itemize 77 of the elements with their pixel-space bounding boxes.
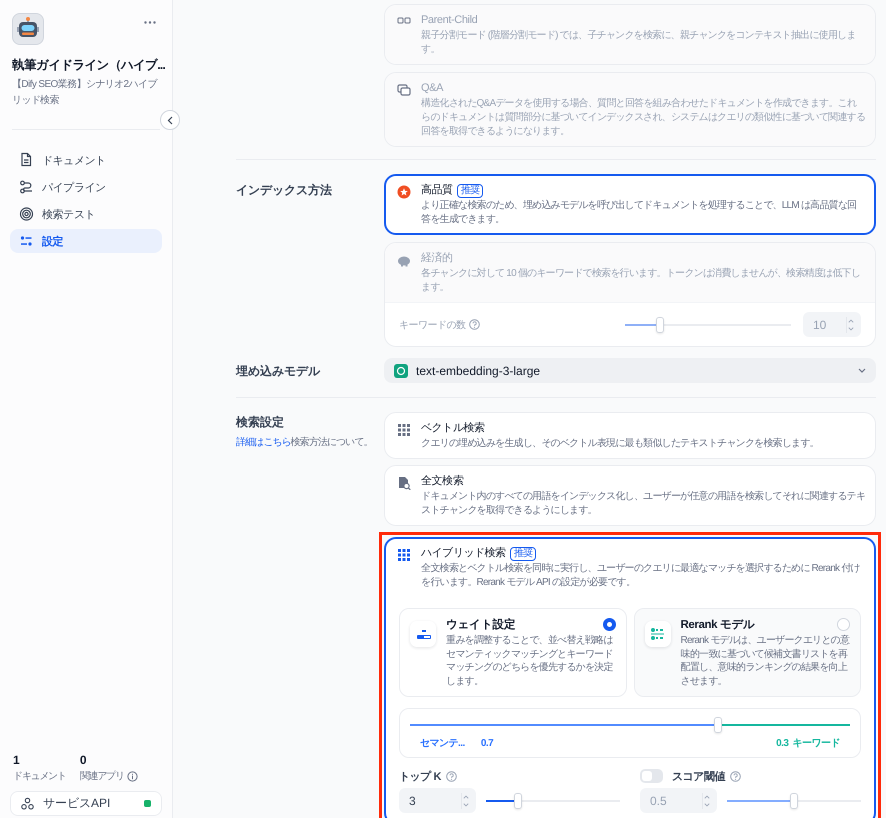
option-title: 全文検索 [421, 474, 464, 489]
grid-icon [397, 423, 411, 437]
nav-item[interactable]: 設定 [10, 229, 162, 253]
keyword-weight: 0.3 [776, 737, 788, 751]
stat-value: 0 [80, 753, 88, 767]
document-search-icon [397, 476, 411, 490]
option-description: 各チャンクに対して 10 個のキーワードで検索を行います。トークンは消費しませんが、検索精度は低下します。 [421, 267, 862, 295]
section-label: 検索設定 [236, 414, 285, 431]
details-link[interactable]: 詳細はこちら [236, 437, 291, 448]
semantic-weight: 0.7 [480, 737, 494, 751]
section-label: 埋め込みモデル [236, 363, 322, 380]
stat-value: 1 [13, 753, 21, 767]
help-icon [468, 319, 480, 330]
mode-description: Rerank モデルは、ユーザークエリとの意味的一致に基づいて候補文書リストを再配置し、意味的ランキングの結果を向上させます。 [680, 634, 850, 688]
mode-card[interactable]: Rerank モデル Rerank モデルは、ユーザークエリとの意味的一致に基づいて候補文書リストを再配置し、意味的ランキングの結果を向上させます。 [634, 608, 861, 697]
option-description: クエリの埋め込みを生成し、そのベクトル表現に最も類似したテキストチャンクを検索します。 [421, 437, 819, 451]
option-title: Q&A [421, 81, 444, 96]
option-description: より正確な検索のため、埋め込みモデルを呼び出してドキュメントを処理することで、LLM は高品質な回答を生成できます。 [421, 199, 858, 227]
toggle-switch[interactable] [640, 769, 663, 783]
nav-item[interactable]: 検索テスト [10, 202, 162, 226]
option-description: 構造化されたQ&Aデータを使用する場合、質問と回答を組み合わせたドキュメントを作成できます。これらのドキュメントは質問部分に基づいてインデックスされ、システムはクエリの類似性に基づいて関連する回答を取得できるようになります。 [421, 97, 865, 139]
semantic-label: セマンテ... [420, 737, 465, 751]
model-select[interactable]: text-embedding-3-large [384, 358, 876, 383]
mode-title: ウェイト設定 [446, 617, 516, 632]
field-label: トップ K [399, 770, 442, 784]
option-card[interactable]: ベクトル検索 クエリの埋め込みを生成し、そのベクトル表現に最も類似したテキストチャンクを検索します。 [384, 412, 876, 459]
recommended-badge: 推奨 [510, 546, 536, 560]
help-icon [446, 770, 458, 782]
option-description: 親子分割モード (階層分割モード) では、子チャンクを検索に、親チャンクをコンテキスト抽出に使用します。 [421, 29, 857, 57]
stat-label: 関連アプリ [80, 770, 124, 783]
keyword-label: キーワード [792, 737, 840, 751]
service-api-button[interactable]: サービスAPI [10, 791, 162, 816]
option-title: ベクトル検索 [421, 421, 485, 436]
option-title: 高品質 [421, 183, 453, 198]
mode-title: Rerank モデル [680, 618, 755, 632]
dataset-description: 【Dify SEO業務】シナリオ2ハイブリッド検索 [12, 78, 158, 108]
option-title: Parent-Child [421, 13, 478, 28]
score-slider[interactable] [727, 792, 861, 808]
model-icon [394, 364, 408, 378]
number-field[interactable]: 3 [399, 788, 476, 813]
option-description: ドキュメント内のすべての用語をインデックス化し、ユーザーが任意の用語を検索してそれに関連するテキストチャンクを取得できるようにします。 [421, 490, 865, 518]
radio-button[interactable] [602, 618, 616, 631]
pipeline-icon [19, 179, 34, 195]
field-label: スコア閾値 [672, 770, 726, 784]
collapse-button[interactable] [160, 110, 180, 130]
option-title: ハイブリッド検索 [421, 546, 506, 561]
mode-description: 重みを調整することで、並べ替え戦略はセマンティックマッチングとキーワードマッチングのどちらを優先するかを決定します。 [446, 634, 614, 688]
option-card[interactable]: 高品質 推奨 より正確な検索のため、埋め込みモデルを呼び出してドキュメントを処理することで、LLM は高品質な回答を生成できます。 [384, 174, 876, 235]
rerank-icon [650, 627, 665, 641]
option-title: 経済的 [421, 251, 453, 266]
weight-slider[interactable] [410, 717, 850, 733]
help-text: 詳細はこちら検索方法について。 [236, 436, 374, 450]
document-icon [19, 152, 34, 168]
grid-icon [397, 548, 411, 562]
network-icon [21, 797, 34, 810]
option-description: 全文検索とベクトル検索を同時に実行し、ユーザーのクエリに最適なマッチを選択するために Rerank 付けを行います。Rerank モデル API の設定が必要です。 [421, 562, 861, 590]
nav-item[interactable]: ドキュメント [10, 148, 162, 172]
option-card[interactable]: 全文検索 ドキュメント内のすべての用語をインデックス化し、ユーザーが任意の用語を検索してそれに関連するテキストチャンクを取得できるようにします。 [384, 465, 876, 526]
info-icon [126, 770, 138, 782]
spinner-icon [702, 792, 711, 808]
chevron-left-icon [167, 116, 173, 124]
stat-label: ドキュメント [13, 770, 66, 783]
spinner-icon [846, 316, 855, 332]
dataset-title: 執筆ガイドライン（ハイブ... [12, 57, 165, 74]
recommended-badge: 推奨 [456, 184, 483, 198]
weight-icon [416, 627, 430, 641]
target-icon [19, 206, 34, 222]
nav-item[interactable]: パイプライン [10, 175, 162, 199]
spinner-icon [461, 792, 470, 808]
chat-icon [397, 83, 411, 97]
help-icon [730, 770, 742, 782]
section-label: インデックス方法 [236, 182, 333, 199]
top-k-slider[interactable] [486, 792, 620, 808]
more-icon [144, 21, 156, 24]
field-label: キーワードの数 [399, 318, 466, 332]
chevron-down-icon [858, 368, 866, 373]
mode-card[interactable]: ウェイト設定 重みを調整することで、並べ替え戦略はセマンティックマッチングとキーワードマッチングのどちらを優先するかを決定します。 [399, 608, 626, 697]
